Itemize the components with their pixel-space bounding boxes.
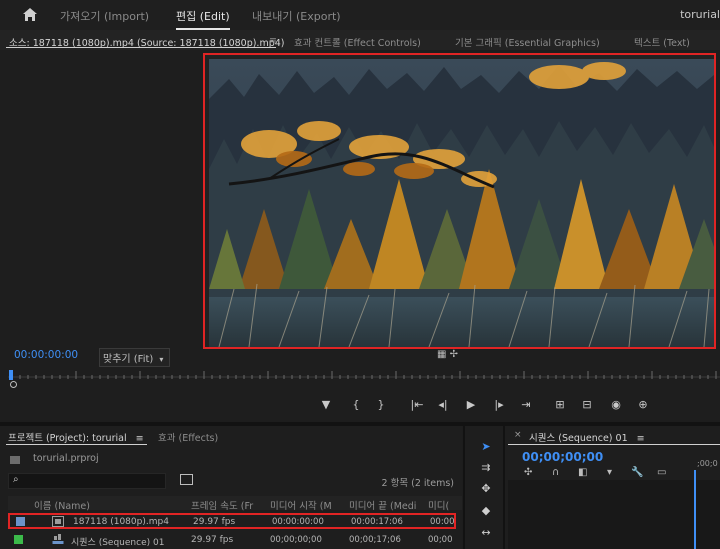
label-color-swatch[interactable] bbox=[14, 535, 23, 544]
column-media-end[interactable]: 미디어 끝 (Medi bbox=[349, 498, 423, 512]
nest-icon[interactable]: ✣ bbox=[524, 467, 532, 478]
item-media-start: 00;00;00;00 bbox=[270, 535, 322, 545]
go-to-out-icon[interactable]: ⇥ bbox=[518, 398, 534, 412]
top-menu-bar: 가져오기 (Import) 편집 (Edit) 내보내기 (Export) to… bbox=[0, 0, 720, 30]
table-row[interactable]: 시퀀스 (Sequence) 01 29.97 fps 00;00;00;00 … bbox=[8, 532, 456, 548]
menu-export[interactable]: 내보내기 (Export) bbox=[252, 8, 341, 24]
selection-tool-icon[interactable]: ➤ bbox=[478, 440, 494, 454]
menu-edit[interactable]: 편집 (Edit) bbox=[176, 8, 230, 30]
item-media-start: 00:00:00:00 bbox=[272, 517, 324, 527]
source-video-frame[interactable] bbox=[203, 53, 716, 349]
snap-icon[interactable]: ∩ bbox=[552, 467, 559, 478]
new-bin-icon[interactable] bbox=[180, 474, 193, 485]
column-frame-rate[interactable]: 프레임 속도 (Fr bbox=[191, 498, 265, 512]
tab-sequence-label: 시퀀스 (Sequence) 01 bbox=[529, 433, 628, 444]
tab-project[interactable]: 프로젝트 (Project): torurial ≡ bbox=[8, 430, 144, 444]
play-icon[interactable]: ▶ bbox=[463, 398, 479, 412]
timeline-ruler-label: ;00;0 bbox=[697, 459, 718, 468]
active-tab-underline bbox=[508, 444, 720, 445]
project-title: torurial bbox=[680, 8, 720, 21]
linked-selection-icon[interactable]: ◧ bbox=[578, 467, 587, 478]
mark-out-icon[interactable]: } bbox=[373, 398, 389, 412]
home-icon[interactable] bbox=[22, 7, 38, 22]
go-to-in-icon[interactable]: |⇤ bbox=[409, 398, 425, 412]
menu-import[interactable]: 가져오기 (Import) bbox=[60, 8, 149, 24]
item-fps: 29.97 fps bbox=[193, 517, 236, 527]
search-icon: ⌕ bbox=[13, 474, 19, 485]
sequence-timecode[interactable]: 00;00;00;00 bbox=[522, 450, 603, 464]
project-column-header: 이름 (Name) 프레임 속도 (Fr 미디어 시작 (M 미디어 끝 (Me… bbox=[8, 496, 462, 512]
column-name[interactable]: 이름 (Name) bbox=[34, 498, 184, 512]
chevron-down-icon: ▾ bbox=[159, 355, 164, 364]
item-name: 시퀀스 (Sequence) 01 bbox=[71, 538, 165, 548]
tab-menu-icon[interactable]: ≡ bbox=[269, 35, 277, 46]
overwrite-icon[interactable]: ⊟ bbox=[579, 398, 595, 412]
source-time-ruler[interactable] bbox=[8, 368, 720, 384]
source-timecode[interactable]: 00:00:00:00 bbox=[14, 349, 78, 361]
video-file-icon bbox=[52, 516, 64, 527]
insert-icon[interactable]: ⊞ bbox=[552, 398, 568, 412]
tab-text[interactable]: 텍스트 (Text) bbox=[634, 35, 690, 49]
tab-effect-controls[interactable]: 효과 컨트롤 (Effect Controls) bbox=[294, 35, 421, 49]
button-editor-icon[interactable]: ⊕ bbox=[635, 398, 651, 412]
active-tab-underline bbox=[6, 47, 276, 48]
table-row[interactable]: 187118 (1080p).mp4 29.97 fps 00:00:00:00… bbox=[8, 513, 456, 529]
marker-icon[interactable]: ▼ bbox=[318, 398, 334, 412]
close-icon[interactable]: × bbox=[514, 430, 522, 440]
timeline-playhead[interactable] bbox=[694, 470, 696, 549]
video-preview-image bbox=[209, 59, 714, 347]
tab-menu-icon[interactable]: ≡ bbox=[136, 433, 144, 444]
ripple-edit-tool-icon[interactable]: ✥ bbox=[478, 482, 494, 496]
mark-in-icon[interactable]: { bbox=[348, 398, 364, 412]
active-tab-underline bbox=[6, 444, 147, 445]
step-back-icon[interactable]: ◂| bbox=[435, 398, 451, 412]
tab-effects[interactable]: 효과 (Effects) bbox=[158, 430, 218, 444]
item-duration: 00;00 bbox=[428, 535, 453, 545]
fit-dropdown[interactable]: 맞추기 (Fit) ▾ bbox=[99, 348, 171, 367]
monitor-settings-icons[interactable]: ▦ ✢ bbox=[437, 349, 458, 360]
sequence-icon bbox=[52, 534, 64, 544]
captions-icon[interactable]: ▭ bbox=[657, 467, 666, 478]
tab-essential-graphics[interactable]: 기본 그래픽 (Essential Graphics) bbox=[455, 35, 600, 49]
tools-panel: ➤ ⇉ ✥ ◆ ↔ bbox=[463, 426, 505, 549]
column-media-start[interactable]: 미디어 시작 (M bbox=[270, 498, 344, 512]
timeline-tracks[interactable] bbox=[508, 480, 720, 549]
project-file-icon bbox=[10, 456, 20, 464]
item-count: 2 항목 (2 items) bbox=[381, 478, 454, 489]
source-playhead[interactable] bbox=[9, 370, 13, 380]
column-media-duration[interactable]: 미디( bbox=[428, 498, 462, 512]
project-search-input[interactable] bbox=[8, 473, 166, 489]
fit-dropdown-label: 맞추기 (Fit) bbox=[103, 354, 154, 365]
razor-tool-icon[interactable]: ◆ bbox=[478, 504, 494, 518]
camera-icon[interactable]: ◉ bbox=[608, 398, 624, 412]
item-media-end: 00;00;17;06 bbox=[349, 535, 401, 545]
step-forward-icon[interactable]: |▸ bbox=[491, 398, 507, 412]
tab-project-label: 프로젝트 (Project): torurial bbox=[8, 433, 127, 444]
slip-tool-icon[interactable]: ↔ bbox=[478, 526, 494, 540]
playhead-handle[interactable] bbox=[10, 381, 17, 388]
tab-menu-icon[interactable]: ≡ bbox=[637, 433, 645, 444]
item-name: 187118 (1080p).mp4 bbox=[73, 517, 169, 527]
track-select-tool-icon[interactable]: ⇉ bbox=[478, 461, 494, 475]
item-fps: 29.97 fps bbox=[191, 535, 234, 545]
project-file-name: torurial.prproj bbox=[33, 453, 99, 464]
tab-sequence[interactable]: 시퀀스 (Sequence) 01 ≡ bbox=[529, 430, 645, 444]
add-marker-icon[interactable]: ▾ bbox=[607, 467, 612, 478]
label-color-swatch[interactable] bbox=[16, 517, 25, 526]
item-media-end: 00:00:17:06 bbox=[351, 517, 403, 527]
item-duration: 00:00 bbox=[430, 517, 455, 527]
wrench-icon[interactable]: 🔧 bbox=[631, 467, 643, 478]
